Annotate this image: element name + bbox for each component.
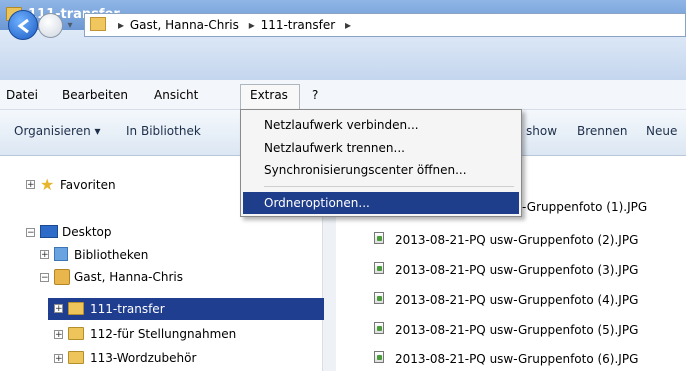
back-button[interactable] (8, 10, 38, 40)
menu-item-folder-options[interactable]: Ordneroptionen... (264, 196, 370, 210)
include-in-library-button[interactable]: In Bibliothek (126, 124, 201, 138)
image-file-icon (374, 322, 384, 334)
nav-user[interactable]: Gast, Hanna-Chris (74, 270, 183, 284)
image-file-icon (374, 292, 384, 304)
nav-desktop[interactable]: Desktop (62, 225, 112, 239)
menu-item-map-network-drive[interactable]: Netzlaufwerk verbinden... (264, 118, 419, 132)
menu-bearbeiten[interactable]: Bearbeiten (62, 88, 128, 102)
folder-icon (68, 327, 84, 340)
file-item[interactable]: -Gruppenfoto (1).JPG (522, 200, 647, 214)
chevron-down-icon[interactable]: ▾ (64, 20, 76, 32)
arrow-left-icon (17, 18, 29, 34)
breadcrumb-current[interactable]: 111-transfer (261, 18, 336, 32)
file-item[interactable]: 2013-08-21-PQ usw-Gruppenfoto (2).JPG (395, 233, 638, 247)
new-folder-button[interactable]: Neue (646, 124, 677, 138)
file-item[interactable]: 2013-08-21-PQ usw-Gruppenfoto (3).JPG (395, 263, 638, 277)
burn-button[interactable]: Brennen (577, 124, 627, 138)
slideshow-button[interactable]: show (526, 124, 557, 138)
nav-favorites[interactable]: Favoriten (60, 178, 116, 192)
organise-button[interactable]: Organisieren ▾ (14, 124, 101, 138)
forward-button[interactable] (38, 13, 63, 38)
desktop-icon (40, 225, 58, 238)
image-file-icon (374, 351, 384, 363)
nav-folder-112[interactable]: 112-für Stellungnahmen (90, 327, 236, 341)
breadcrumb: ▸ Gast, Hanna-Chris ▸ 111-transfer ▸ (114, 18, 353, 32)
menu-item-sync-center[interactable]: Synchronisierungscenter öffnen... (264, 163, 467, 177)
libraries-icon (54, 247, 68, 261)
collapse-icon[interactable]: − (26, 228, 35, 238)
expand-icon[interactable]: + (54, 354, 63, 364)
folder-icon (68, 302, 84, 315)
collapse-icon[interactable]: − (40, 273, 49, 283)
expand-icon[interactable]: + (40, 250, 49, 260)
menu-item-disconnect-network-drive[interactable]: Netzlaufwerk trennen... (264, 141, 405, 155)
folder-icon (90, 17, 106, 31)
expand-icon[interactable]: + (54, 304, 63, 314)
image-file-icon (374, 262, 384, 274)
nav-folder-111[interactable]: 111-transfer (90, 302, 165, 316)
breadcrumb-separator: ▸ (248, 18, 255, 32)
breadcrumb-user[interactable]: Gast, Hanna-Chris (130, 18, 239, 32)
image-file-icon (374, 232, 384, 244)
menu-extras[interactable]: Extras (250, 88, 288, 102)
breadcrumb-separator: ▸ (118, 18, 125, 32)
breadcrumb-separator: ▸ (345, 18, 352, 32)
menu-separator (264, 186, 514, 187)
menu-datei[interactable]: Datei (6, 88, 38, 102)
nav-libraries[interactable]: Bibliotheken (74, 248, 148, 262)
address-bar-area (0, 30, 686, 80)
folder-icon (68, 351, 84, 364)
file-item[interactable]: 2013-08-21-PQ usw-Gruppenfoto (4).JPG (395, 293, 638, 307)
expand-icon[interactable]: + (26, 180, 35, 190)
user-folder-icon (54, 269, 70, 285)
nav-folder-113[interactable]: 113-Wordzubehör (90, 351, 196, 365)
star-icon: ★ (40, 175, 55, 194)
menu-ansicht[interactable]: Ansicht (154, 88, 198, 102)
file-item[interactable]: 2013-08-21-PQ usw-Gruppenfoto (5).JPG (395, 323, 638, 337)
expand-icon[interactable]: + (54, 330, 63, 340)
menu-help[interactable]: ? (312, 88, 318, 102)
file-item[interactable]: 2013-08-21-PQ usw-Gruppenfoto (6).JPG (395, 352, 638, 366)
